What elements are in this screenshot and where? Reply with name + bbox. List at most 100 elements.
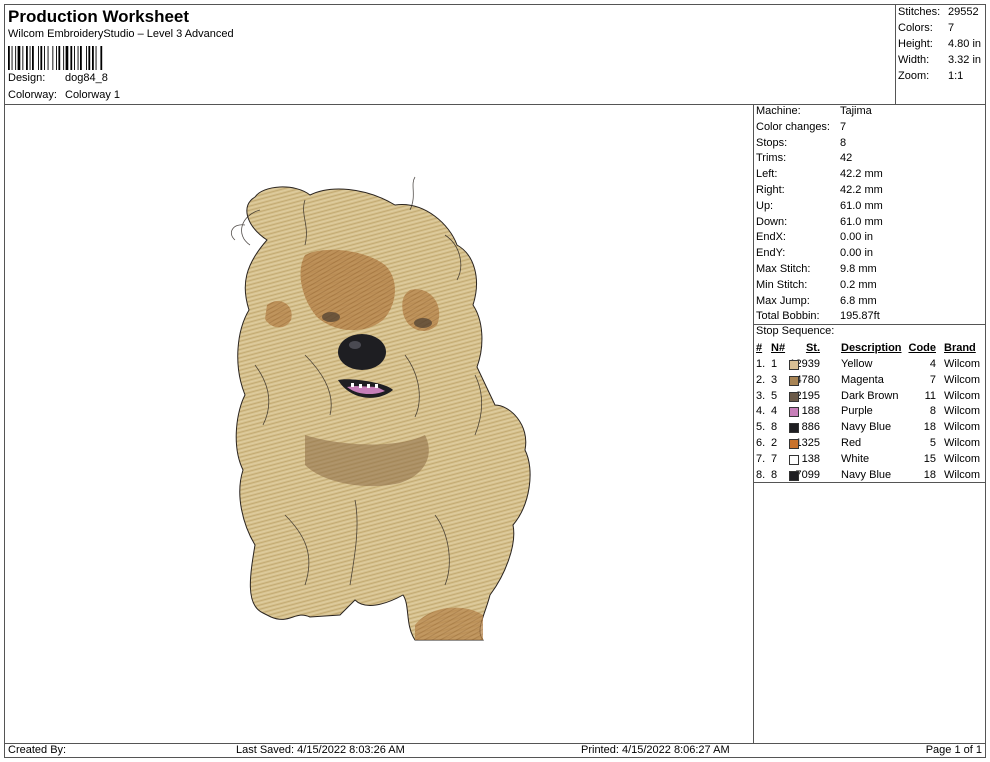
printed-date: Printed: 4/15/2022 8:06:27 AM bbox=[581, 744, 730, 756]
row-index: 7. bbox=[756, 452, 766, 465]
col-code-header: Code bbox=[908, 342, 937, 354]
col-needle-header: N# bbox=[771, 342, 786, 354]
colorway-label: Colorway: bbox=[8, 89, 57, 101]
row-stitches: 1325 bbox=[795, 437, 820, 449]
row-stitches: 4780 bbox=[795, 373, 820, 386]
info-label: Down: bbox=[756, 215, 788, 228]
info-label: Right: bbox=[756, 184, 785, 196]
stop-sequence-row: 7. 7 138 White 15 Wilcom bbox=[754, 453, 986, 469]
info-value: 9.8 mm bbox=[840, 263, 877, 275]
row-code: 7 bbox=[929, 373, 936, 386]
info-value: 7 bbox=[840, 120, 847, 133]
row-description: White bbox=[841, 452, 870, 465]
row-index: 4. bbox=[756, 405, 766, 418]
row-brand: Wilcom bbox=[944, 358, 981, 370]
info-value: 6.8 mm bbox=[840, 294, 877, 307]
height-value: 4.80 in bbox=[948, 38, 982, 50]
row-needle: 4 bbox=[771, 405, 778, 418]
stop-sequence-row: 1. 1 12939 Yellow 4 Wilcom bbox=[754, 358, 986, 374]
row-index: 5. bbox=[756, 421, 766, 434]
design-row: Design: dog84_8 bbox=[8, 72, 108, 84]
row-index: 2. bbox=[756, 373, 766, 386]
color-swatch bbox=[789, 407, 799, 418]
colorway-value: Colorway 1 bbox=[65, 89, 121, 101]
row-code: 5 bbox=[929, 437, 936, 449]
color-swatch bbox=[789, 439, 799, 449]
row-index: 3. bbox=[756, 389, 766, 402]
colors-label: Colors: bbox=[898, 22, 933, 34]
row-brand: Wilcom bbox=[944, 452, 981, 465]
row-stitches: 7099 bbox=[795, 468, 820, 481]
row-description: Dark Brown bbox=[841, 389, 899, 402]
color-swatch bbox=[789, 454, 799, 465]
info-label: Color changes: bbox=[756, 120, 830, 133]
stop-sequence-header: # N# St. Description Code Brand bbox=[754, 342, 986, 358]
row-needle: 7 bbox=[771, 452, 778, 465]
info-label: EndX: bbox=[756, 231, 786, 244]
width-value: 3.32 in bbox=[948, 54, 982, 66]
row-index: 8. bbox=[756, 468, 766, 481]
info-row: Up: 61.0 mm bbox=[756, 200, 883, 216]
row-code: 4 bbox=[929, 358, 936, 370]
row-code: 8 bbox=[929, 405, 936, 418]
row-index: 6. bbox=[756, 437, 766, 449]
row-needle: 3 bbox=[771, 373, 778, 386]
info-label: Up: bbox=[756, 199, 774, 212]
stitches-label: Stitches: bbox=[898, 6, 941, 18]
machine-info-panel: Machine: Tajima Color changes: 7 Stops: 8 Trim… bbox=[754, 105, 986, 743]
info-value: 61.0 mm bbox=[840, 199, 883, 212]
info-label: Max Jump: bbox=[756, 294, 810, 307]
width-row: Width: 3.32 in bbox=[898, 54, 981, 66]
color-swatch bbox=[789, 360, 799, 370]
created-by: Created By: bbox=[8, 744, 67, 756]
info-value: 0.00 in bbox=[840, 247, 874, 260]
height-label: Height: bbox=[898, 38, 933, 50]
sequence-bottom-rule bbox=[754, 482, 986, 483]
stop-sequence-row: 2. 3 4780 Magenta 7 Wilcom bbox=[754, 374, 986, 390]
row-description: Navy Blue bbox=[841, 421, 892, 434]
stop-sequence-row: 4. 4 188 Purple 8 Wilcom bbox=[754, 405, 986, 421]
info-label: Min Stitch: bbox=[756, 278, 808, 291]
stop-sequence-title: Stop Sequence: bbox=[756, 325, 835, 337]
info-row: EndY: 0.00 in bbox=[756, 247, 873, 263]
barcode bbox=[8, 46, 103, 70]
row-description: Red bbox=[841, 437, 862, 449]
info-value: 0.00 in bbox=[840, 231, 874, 244]
info-value: 42.2 mm bbox=[840, 184, 883, 196]
row-description: Magenta bbox=[841, 373, 884, 386]
info-label: Stops: bbox=[756, 136, 788, 149]
row-needle: 1 bbox=[771, 358, 778, 370]
zoom-row: Zoom: 1:1 bbox=[898, 70, 963, 82]
page-number: Page 1 of 1 bbox=[925, 744, 982, 756]
row-stitches: 886 bbox=[801, 421, 820, 434]
worksheet-footer: Created By: Last Saved: 4/15/2022 8:03:2… bbox=[4, 743, 986, 758]
design-preview bbox=[5, 105, 753, 743]
row-needle: 8 bbox=[771, 468, 778, 481]
row-code: 11 bbox=[924, 389, 936, 402]
page-title: Production Worksheet bbox=[8, 7, 190, 26]
info-row: Min Stitch: 0.2 mm bbox=[756, 279, 877, 295]
design-summary: Stitches: 29552 Colors: 7 Height: 4.80 in W… bbox=[895, 4, 986, 104]
row-brand: Wilcom bbox=[944, 389, 981, 402]
col-description-header: Description bbox=[841, 342, 902, 354]
zoom-value: 1:1 bbox=[948, 70, 964, 82]
row-stitches: 138 bbox=[801, 452, 820, 465]
row-stitches: 2195 bbox=[795, 389, 820, 402]
row-stitches: 188 bbox=[801, 405, 820, 418]
info-row: Right: 42.2 mm bbox=[756, 184, 883, 200]
stitches-row: Stitches: 29552 bbox=[898, 6, 979, 18]
row-brand: Wilcom bbox=[944, 373, 981, 386]
info-label: Machine: bbox=[756, 105, 801, 117]
info-value: 42.2 mm bbox=[840, 168, 883, 181]
info-value: 0.2 mm bbox=[840, 278, 877, 291]
color-swatch bbox=[789, 470, 799, 481]
row-needle: 5 bbox=[771, 389, 778, 402]
stop-sequence-row: 6. 2 1325 Red 5 Wilcom bbox=[754, 437, 986, 453]
last-saved: Last Saved: 4/15/2022 8:03:26 AM bbox=[236, 744, 405, 756]
info-label: Trims: bbox=[756, 152, 787, 165]
info-label: Max Stitch: bbox=[756, 263, 811, 275]
software-name: Wilcom EmbroideryStudio – Level 3 Advanc… bbox=[8, 28, 234, 40]
info-row: Trims: 42 bbox=[756, 152, 852, 168]
color-swatch bbox=[789, 391, 799, 402]
col-index-header: # bbox=[756, 342, 763, 354]
